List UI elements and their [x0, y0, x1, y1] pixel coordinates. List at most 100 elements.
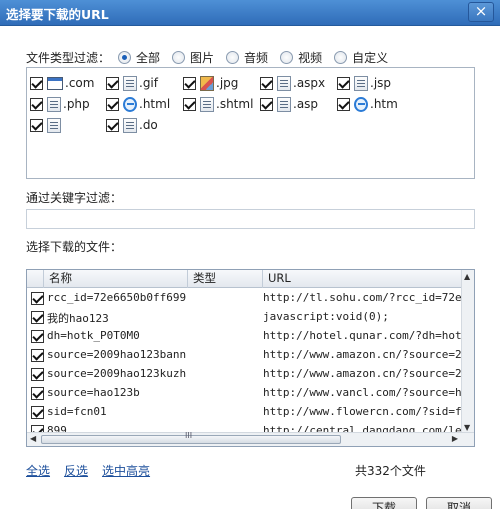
document-icon — [123, 75, 137, 91]
file-type-item[interactable]: .jpg — [183, 75, 238, 91]
table-row[interactable]: source=2009hao123bann http://www.amazon.c… — [27, 346, 462, 365]
row-name: sid=fcn01 — [47, 405, 107, 418]
table-row[interactable]: dh=hotk_P0T0M0 http://hotel.qunar.com/?dh… — [27, 327, 462, 346]
scroll-grip: III — [185, 431, 193, 440]
file-type-list: .com .gif .jpg .aspx .jsp .php .html .sh… — [26, 67, 475, 179]
file-type-item[interactable]: .com — [30, 75, 94, 91]
radio-custom[interactable]: 自定义 — [334, 49, 388, 66]
table-row[interactable]: source=hao123b http://www.vancl.com/?sour… — [27, 384, 462, 403]
table-row[interactable]: 我的hao123 javascript:void(0); — [27, 308, 462, 327]
title-bar: 选择要下载的URL × — [0, 0, 500, 26]
row-url: http://www.flowercn.com/?sid=f — [263, 405, 462, 418]
file-type-checkbox[interactable] — [106, 76, 119, 90]
table-row[interactable]: sid=fcn01 http://www.flowercn.com/?sid=f — [27, 403, 462, 422]
horizontal-scrollbar[interactable]: ◀ III ▶ — [27, 431, 474, 446]
row-checkbox[interactable] — [31, 387, 44, 400]
file-type-item[interactable]: .aspx — [260, 75, 325, 91]
radio-video[interactable]: 视频 — [280, 49, 322, 66]
scroll-left-icon[interactable]: ◀ — [30, 434, 36, 443]
table-row[interactable]: rcc_id=72e6650b0ff699 http://tl.sohu.com/… — [27, 289, 462, 308]
file-type-label: .jsp — [370, 76, 392, 90]
header-url[interactable]: URL — [263, 270, 474, 288]
header-checkbox-column[interactable] — [27, 270, 44, 288]
file-type-item[interactable] — [30, 117, 63, 133]
cancel-button[interactable]: 取消 — [426, 497, 492, 509]
radio-label: 音频 — [244, 50, 269, 65]
header-type[interactable]: 类型 — [188, 270, 263, 288]
file-type-label: .com — [65, 76, 95, 90]
file-type-checkbox[interactable] — [337, 97, 350, 111]
list-header: 名称 类型 URL — [27, 270, 474, 288]
vertical-scrollbar[interactable]: ▲ ▼ — [461, 270, 474, 434]
document-icon — [123, 117, 137, 133]
row-checkbox[interactable] — [31, 292, 44, 305]
radio-button[interactable] — [280, 50, 294, 64]
table-row[interactable]: source=2009hao123kuzh http://www.amazon.c… — [27, 365, 462, 384]
file-type-checkbox[interactable] — [30, 76, 43, 90]
row-name: source=2009hao123kuzh — [47, 367, 187, 380]
radio-button[interactable] — [172, 50, 186, 64]
download-button[interactable]: 下载 — [351, 497, 417, 509]
row-url: javascript:void(0); — [263, 310, 389, 323]
radio-audio[interactable]: 音频 — [226, 49, 268, 66]
file-type-checkbox[interactable] — [106, 97, 119, 111]
file-type-item[interactable]: .shtml — [183, 96, 253, 112]
radio-label: 自定义 — [352, 50, 389, 65]
row-name: source=hao123b — [47, 386, 140, 399]
row-checkbox[interactable] — [31, 406, 44, 419]
row-checkbox[interactable] — [31, 330, 44, 343]
select-all-link[interactable]: 全选 — [26, 462, 50, 479]
file-type-label: .aspx — [293, 76, 326, 90]
radio-images[interactable]: 图片 — [172, 49, 214, 66]
select-highlighted-link[interactable]: 选中高亮 — [102, 462, 150, 479]
header-name[interactable]: 名称 — [44, 270, 188, 288]
row-name: dh=hotk_P0T0M0 — [47, 329, 140, 342]
download-files-label: 选择下载的文件： — [26, 240, 123, 254]
file-type-item[interactable]: .do — [106, 117, 158, 133]
radio-label: 视频 — [298, 50, 323, 65]
row-checkbox[interactable] — [31, 368, 44, 381]
document-icon — [277, 96, 291, 112]
file-type-item[interactable]: .php — [30, 96, 90, 112]
keyword-input[interactable] — [26, 209, 475, 229]
file-type-item[interactable]: .htm — [337, 96, 398, 112]
invert-selection-link[interactable]: 反选 — [64, 462, 88, 479]
file-type-label: .jpg — [216, 76, 239, 90]
file-type-item[interactable]: .jsp — [337, 75, 391, 91]
file-type-item[interactable]: .asp — [260, 96, 318, 112]
download-file-list: 名称 类型 URL rcc_id=72e6650b0ff699 http://tl… — [26, 269, 475, 447]
selection-links: 全选 反选 选中高亮 — [26, 462, 150, 479]
window-title: 选择要下载的URL — [6, 7, 109, 22]
file-type-checkbox[interactable] — [106, 118, 119, 132]
keyword-filter-label: 通过关键字过滤： — [26, 191, 123, 205]
file-type-checkbox[interactable] — [30, 97, 43, 111]
file-type-item[interactable]: .html — [106, 96, 170, 112]
radio-all[interactable]: 全部 — [118, 49, 160, 66]
file-type-label: .do — [139, 118, 158, 132]
file-type-checkbox[interactable] — [260, 76, 273, 90]
radio-label: 全部 — [136, 50, 161, 65]
file-type-checkbox[interactable] — [337, 76, 350, 90]
row-name: rcc_id=72e6650b0ff699 — [47, 291, 187, 304]
file-type-checkbox[interactable] — [183, 76, 196, 90]
file-type-label: .php — [63, 97, 90, 111]
row-name: 我的hao123 — [47, 312, 109, 325]
row-checkbox[interactable] — [31, 349, 44, 362]
row-checkbox[interactable] — [31, 311, 44, 324]
scroll-up-icon[interactable]: ▲ — [464, 272, 470, 281]
document-icon — [200, 96, 214, 112]
window-icon — [47, 76, 63, 90]
file-type-checkbox[interactable] — [260, 97, 273, 111]
scroll-right-icon[interactable]: ▶ — [452, 434, 458, 443]
row-url: http://www.vancl.com/?source=h — [263, 386, 462, 399]
radio-button[interactable] — [334, 50, 348, 64]
close-button[interactable]: × — [468, 2, 494, 22]
file-type-label: .html — [139, 97, 171, 111]
file-type-checkbox[interactable] — [183, 97, 196, 111]
radio-button[interactable] — [226, 50, 240, 64]
file-type-item[interactable]: .gif — [106, 75, 158, 91]
row-url: http://www.amazon.cn/?source=2 — [263, 348, 462, 361]
file-type-checkbox[interactable] — [30, 118, 43, 132]
radio-button[interactable] — [118, 50, 132, 64]
scroll-down-icon[interactable]: ▼ — [464, 423, 470, 432]
